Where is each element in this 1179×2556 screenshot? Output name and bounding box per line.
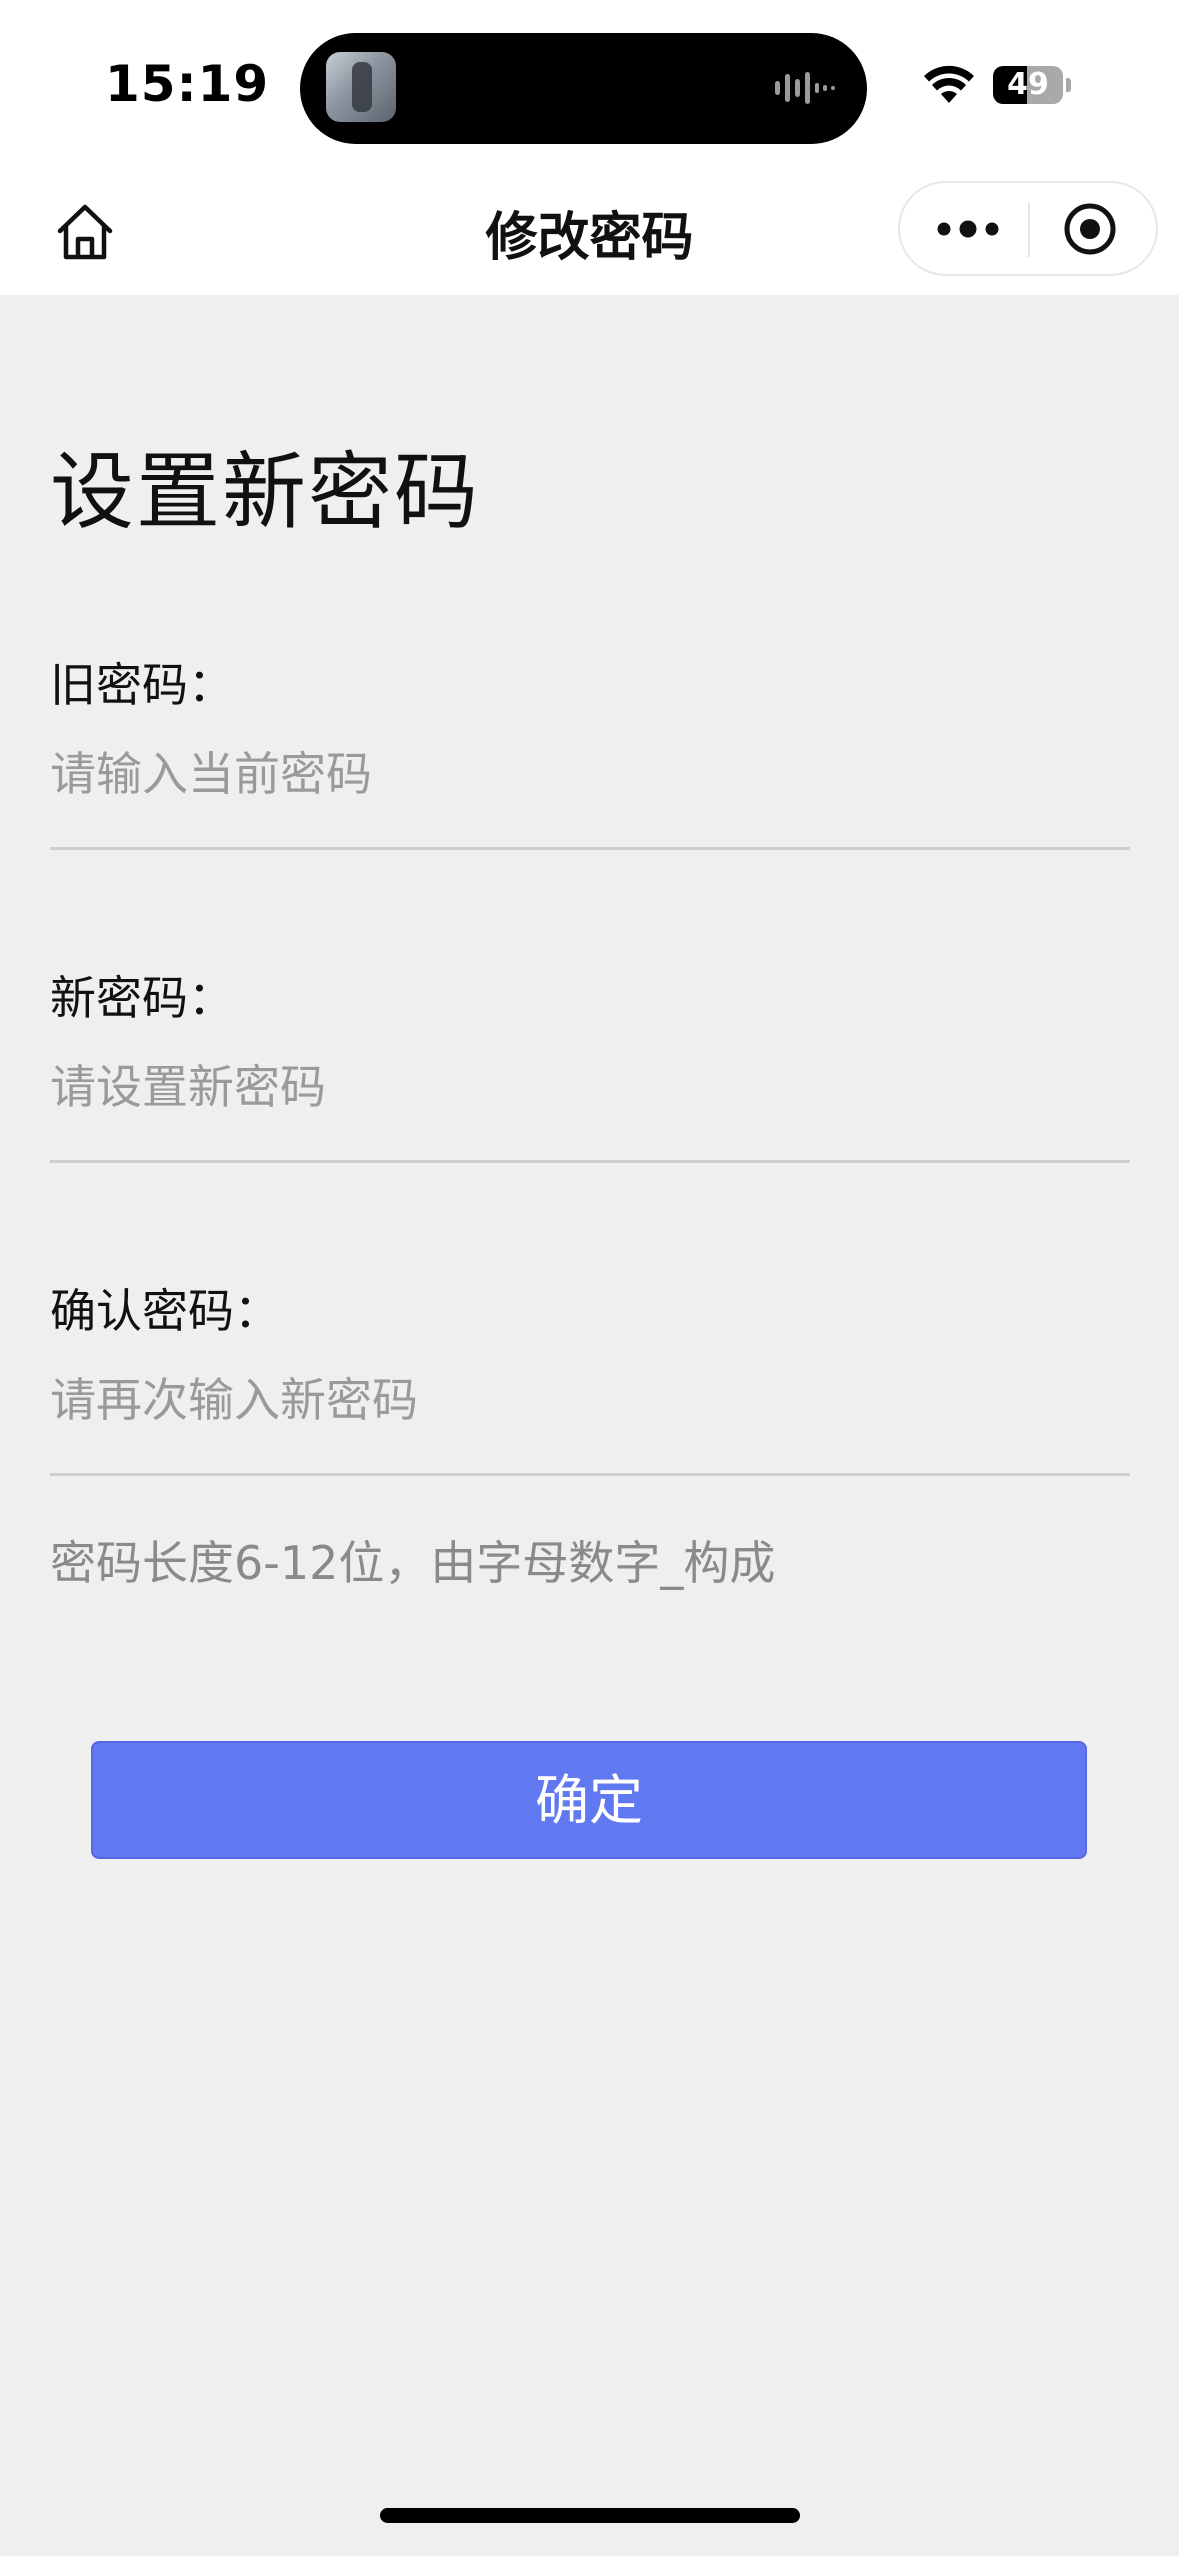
new-password-field: 新密码： bbox=[50, 968, 1130, 1163]
confirm-button[interactable]: 确定 bbox=[91, 1741, 1087, 1859]
home-indicator[interactable] bbox=[380, 2508, 800, 2523]
new-password-underline bbox=[50, 1160, 1130, 1163]
audio-waveform-icon bbox=[775, 72, 835, 104]
confirm-password-input[interactable] bbox=[50, 1365, 1130, 1435]
battery-percentage: 49 bbox=[1007, 67, 1049, 102]
old-password-label: 旧密码： bbox=[50, 658, 234, 712]
status-time: 15:19 bbox=[105, 55, 270, 113]
status-bar: 15:19 49 bbox=[0, 0, 1179, 175]
capsule-divider bbox=[1028, 203, 1030, 257]
battery-nub bbox=[1066, 78, 1071, 92]
form-heading: 设置新密码 bbox=[50, 443, 481, 541]
old-password-field: 旧密码： bbox=[50, 655, 1130, 850]
navigation-bar: 修改密码 bbox=[0, 175, 1179, 295]
confirm-password-underline bbox=[50, 1473, 1130, 1476]
now-playing-artwork bbox=[326, 52, 396, 122]
new-password-label: 新密码： bbox=[50, 971, 234, 1025]
confirm-password-label: 确认密码： bbox=[50, 1284, 280, 1338]
password-rule-hint: 密码长度6-12位，由字母数字_构成 bbox=[50, 1536, 776, 1590]
confirm-password-field: 确认密码： bbox=[50, 1281, 1130, 1476]
wifi-icon bbox=[924, 65, 974, 103]
more-dots-icon bbox=[937, 220, 999, 238]
dynamic-island[interactable] bbox=[300, 33, 867, 144]
new-password-input[interactable] bbox=[50, 1052, 1130, 1122]
old-password-input[interactable] bbox=[50, 739, 1130, 809]
battery-icon: 49 bbox=[993, 66, 1063, 104]
old-password-underline bbox=[50, 847, 1130, 850]
more-button[interactable] bbox=[928, 201, 1008, 257]
target-close-icon bbox=[1064, 203, 1116, 255]
close-mini-program-button[interactable] bbox=[1060, 199, 1120, 259]
mini-program-capsule bbox=[898, 181, 1158, 276]
